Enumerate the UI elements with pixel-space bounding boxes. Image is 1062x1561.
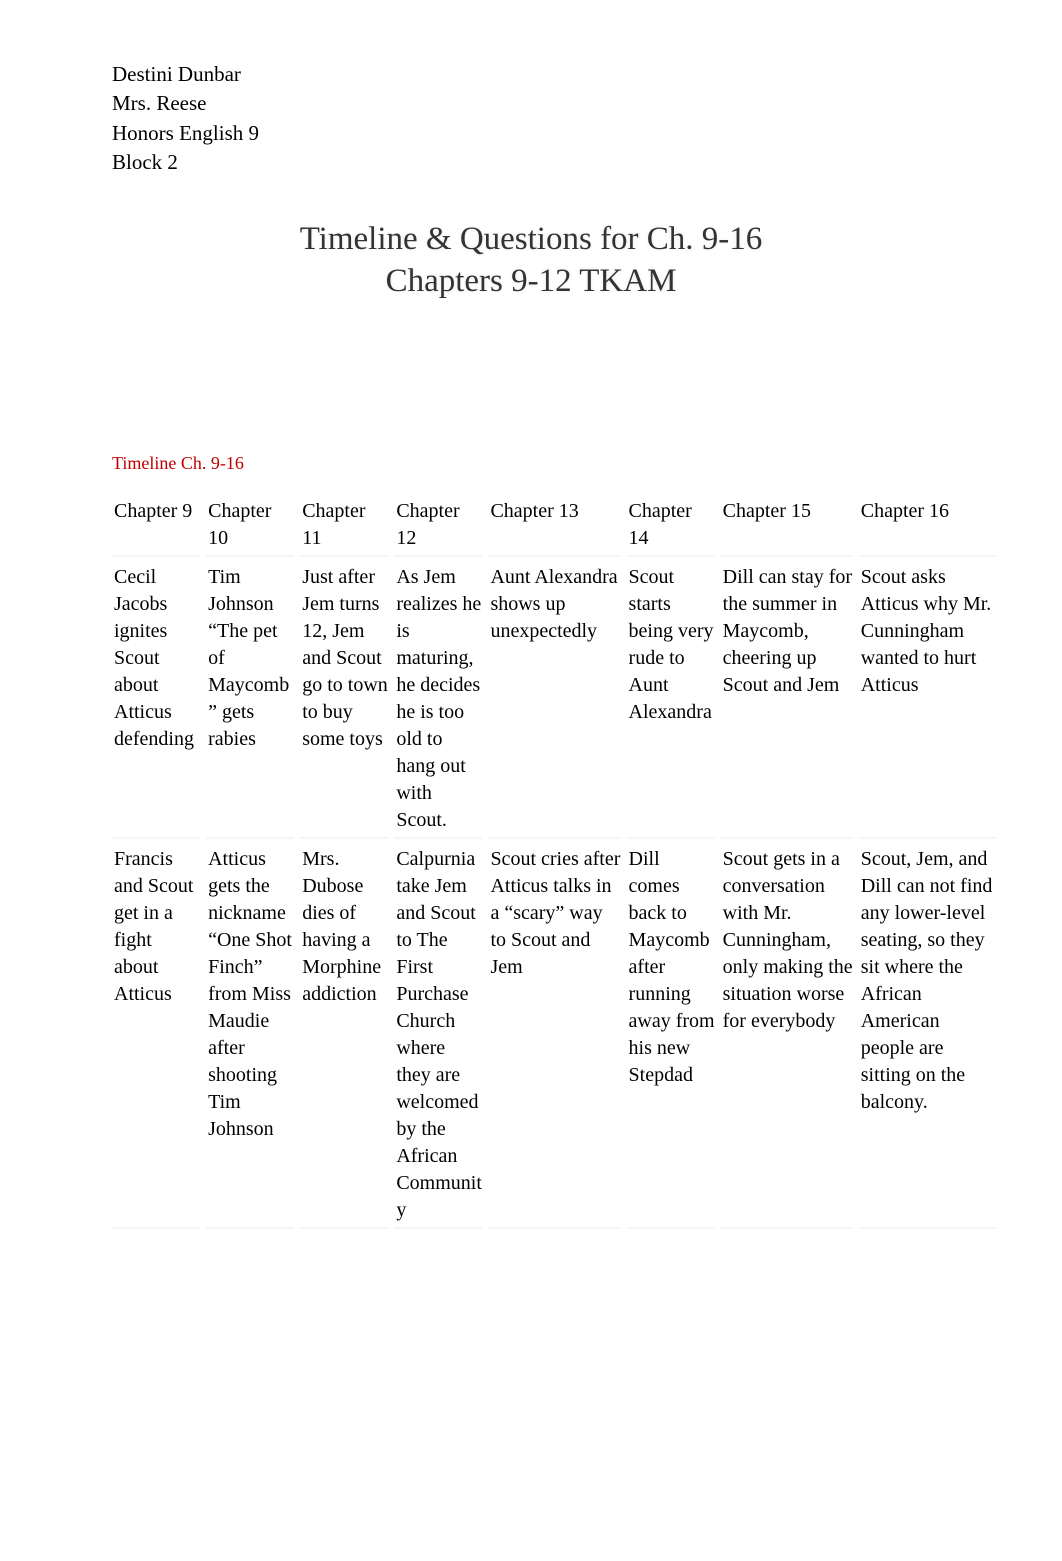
table-cell: Scout asks Atticus why Mr. Cunningham wa… (859, 558, 1002, 840)
table-cell: Mrs. Dubose dies of having a Morphine ad… (300, 840, 394, 1230)
title-line-2: Chapters 9-12 TKAM (0, 260, 1062, 303)
table-header-cell: Chapter 16 (859, 492, 1002, 558)
teacher-name: Mrs. Reese (112, 89, 1062, 118)
table-cell: Atticus gets the nickname “One Shot Finc… (206, 840, 300, 1230)
table-cell: Francis and Scout get in a fight about A… (112, 840, 206, 1230)
table-header-cell: Chapter 13 (488, 492, 626, 558)
timeline-table: Chapter 9 Chapter 10 Chapter 11 Chapter … (112, 492, 1002, 1230)
table-cell: Calpurnia take Jem and Scout to The Firs… (394, 840, 488, 1230)
table-cell: Cecil Jacobs ignites Scout about Atticus… (112, 558, 206, 840)
table-header-cell: Chapter 11 (300, 492, 394, 558)
table-cell: Scout starts being very rude to Aunt Ale… (627, 558, 721, 840)
table-cell: Scout cries after Atticus talks in a “sc… (488, 840, 626, 1230)
table-row: Francis and Scout get in a fight about A… (112, 840, 1002, 1230)
table-header-cell: Chapter 14 (627, 492, 721, 558)
table-header-cell: Chapter 9 (112, 492, 206, 558)
student-name: Destini Dunbar (112, 60, 1062, 89)
class-name: Honors English 9 (112, 119, 1062, 148)
document-title: Timeline & Questions for Ch. 9-16 Chapte… (0, 218, 1062, 304)
table-cell: Just after Jem turns 12, Jem and Scout g… (300, 558, 394, 840)
table-cell: Dill can stay for the summer in Maycomb,… (721, 558, 859, 840)
table-cell: Scout gets in a conversation with Mr. Cu… (721, 840, 859, 1230)
table-row: Cecil Jacobs ignites Scout about Atticus… (112, 558, 1002, 840)
timeline-table-wrap: Chapter 9 Chapter 10 Chapter 11 Chapter … (0, 492, 1062, 1230)
table-cell: Aunt Alexandra shows up unexpectedly (488, 558, 626, 840)
table-cell: Scout, Jem, and Dill can not find any lo… (859, 840, 1002, 1230)
block-line: Block 2 (112, 148, 1062, 177)
document-header: Destini Dunbar Mrs. Reese Honors English… (0, 60, 1062, 178)
title-line-1: Timeline & Questions for Ch. 9-16 (0, 218, 1062, 261)
table-header-row: Chapter 9 Chapter 10 Chapter 11 Chapter … (112, 492, 1002, 558)
table-cell: Tim Johnson “The pet of Maycomb” gets ra… (206, 558, 300, 840)
table-header-cell: Chapter 10 (206, 492, 300, 558)
table-cell: As Jem realizes he is maturing, he decid… (394, 558, 488, 840)
table-cell: Dill comes back to Maycomb after running… (627, 840, 721, 1230)
table-header-cell: Chapter 15 (721, 492, 859, 558)
section-label: Timeline Ch. 9-16 (0, 453, 1062, 474)
table-header-cell: Chapter 12 (394, 492, 488, 558)
